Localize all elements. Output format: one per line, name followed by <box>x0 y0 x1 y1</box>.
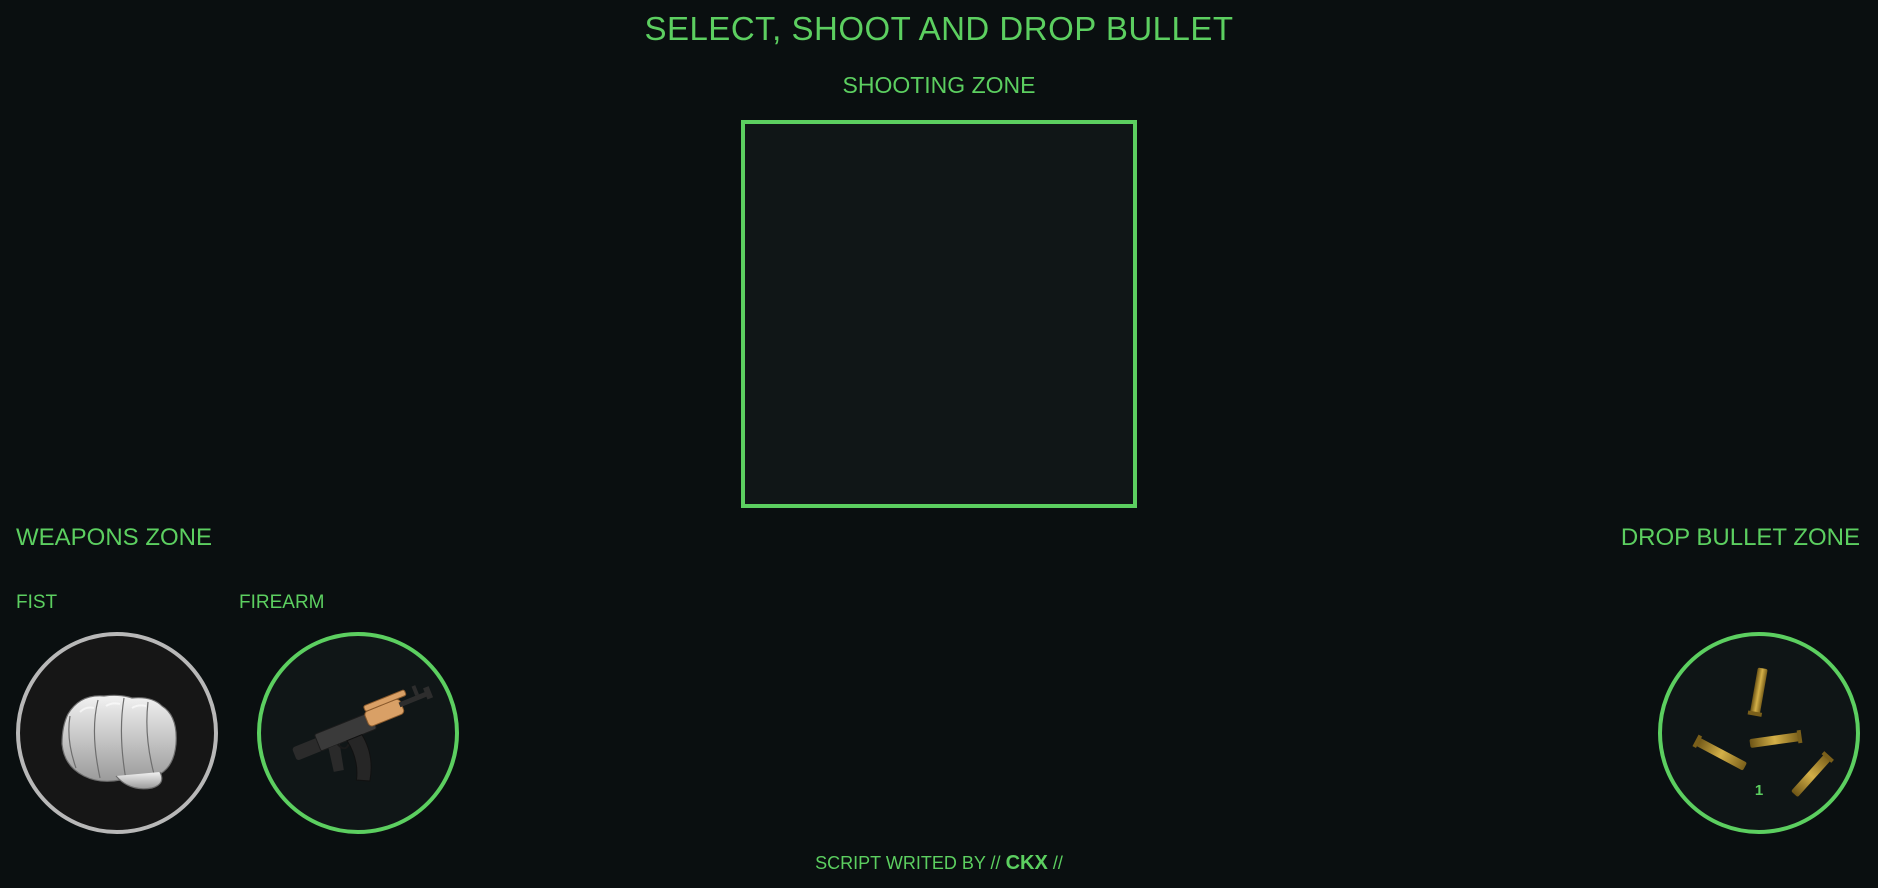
bullet-casings-icon <box>1692 667 1834 797</box>
rifle-icon <box>292 685 434 782</box>
fist-icon <box>61 694 177 790</box>
drop-bullet-zone[interactable]: 1 <box>1658 632 1860 834</box>
shooting-zone[interactable] <box>741 120 1137 508</box>
firearm-label: FIREARM <box>239 592 325 613</box>
firearm-weapon-button[interactable] <box>257 632 459 834</box>
credit-prefix: SCRIPT WRITED BY // <box>815 853 1001 873</box>
bullet-count: 1 <box>1754 782 1764 799</box>
weapons-zone-label: WEAPONS ZONE <box>16 524 213 551</box>
drop-bullet-zone-label: DROP BULLET ZONE <box>1620 524 1860 551</box>
fist-label: FIST <box>16 592 58 613</box>
credit-footer: SCRIPT WRITED BY // CKX // <box>0 852 1878 875</box>
credit-author: CKX <box>1005 852 1048 874</box>
fist-weapon-button[interactable] <box>16 632 218 834</box>
page-title: SELECT, SHOOT AND DROP BULLET <box>644 10 1234 47</box>
shooting-zone-label: SHOOTING ZONE <box>842 72 1036 98</box>
game-screen: SELECT, SHOOT AND DROP BULLET SHOOTING Z… <box>0 0 1878 888</box>
credit-suffix: // <box>1052 853 1063 873</box>
